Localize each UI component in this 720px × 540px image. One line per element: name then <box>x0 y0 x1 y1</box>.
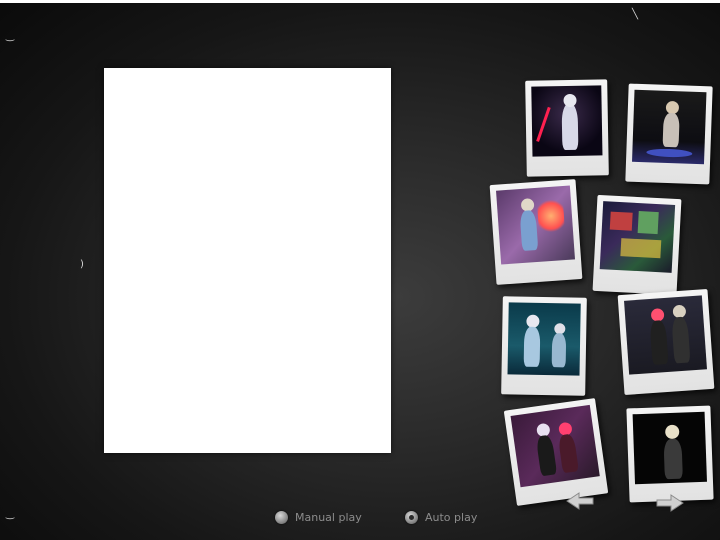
arrow-left-icon[interactable] <box>565 491 595 511</box>
decorative-speck: ╲ <box>632 9 639 20</box>
thumbnail-6[interactable] <box>617 288 715 396</box>
play-mode-controls: Manual play Auto play <box>0 511 720 531</box>
decorative-speck: ) <box>80 259 84 270</box>
thumbnail-8[interactable] <box>626 405 714 503</box>
decorative-speck: ‿ <box>6 31 15 42</box>
thumbnail-4[interactable] <box>592 194 682 296</box>
auto-play-radio[interactable] <box>405 511 418 524</box>
thumbnail-7[interactable] <box>503 398 609 506</box>
manual-play-radio[interactable] <box>275 511 288 524</box>
thumbnail-2[interactable] <box>625 83 713 185</box>
top-border <box>0 0 720 3</box>
thumbnail-3[interactable] <box>489 179 583 285</box>
auto-play-label: Auto play <box>425 511 478 524</box>
main-photo-viewer[interactable] <box>104 68 391 453</box>
thumbnail-1[interactable] <box>525 79 609 177</box>
manual-play-option[interactable]: Manual play <box>275 511 362 524</box>
auto-play-option[interactable]: Auto play <box>405 511 477 524</box>
thumbnail-5[interactable] <box>501 296 587 396</box>
arrow-right-icon[interactable] <box>655 493 685 513</box>
manual-play-label: Manual play <box>295 511 362 524</box>
